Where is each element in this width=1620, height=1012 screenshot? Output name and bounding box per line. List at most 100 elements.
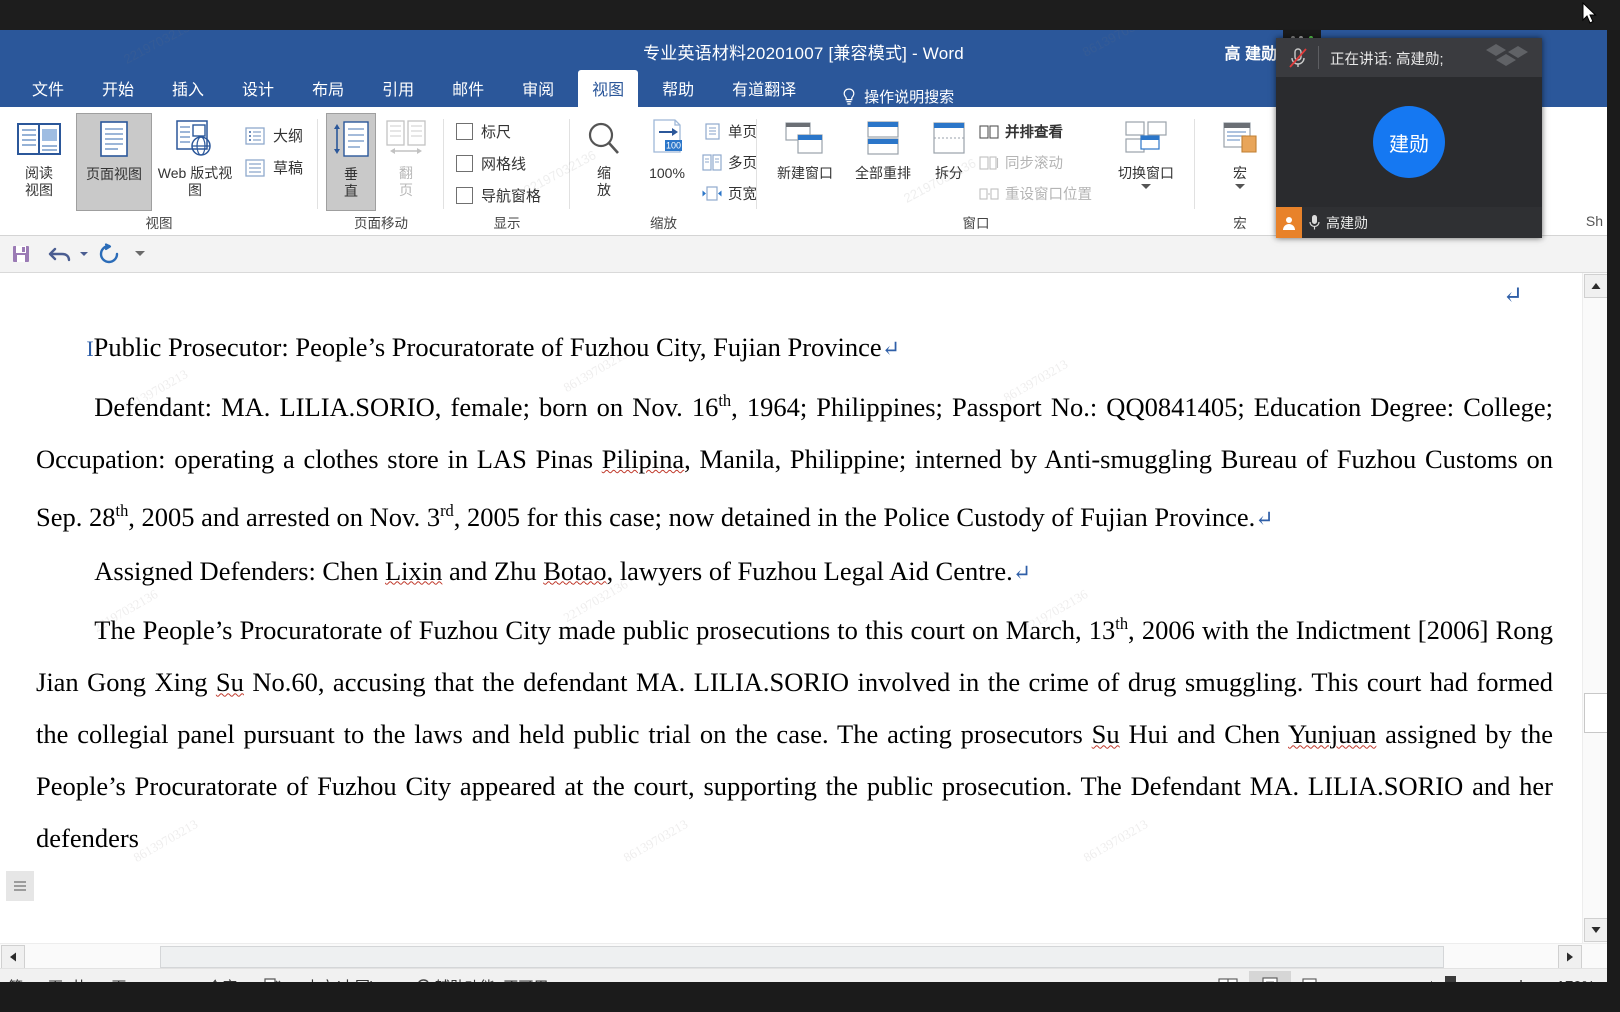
vertical-scroll-thumb[interactable] [1584,693,1607,733]
ruler-label: 标尺 [481,124,512,141]
read-mode-label-2: 视图 [25,182,53,198]
page-width-button[interactable]: 页宽 [702,183,757,204]
macros-button[interactable]: 宏 [1209,113,1271,209]
vertical-scrollbar[interactable] [1582,273,1607,943]
draft-button[interactable]: 草稿 [245,157,303,178]
reset-window-label: 重设窗口位置 [1005,187,1092,203]
print-layout-icon [96,118,132,162]
zoom-out-button[interactable]: − [1333,975,1357,982]
horizontal-scroll-thumb[interactable] [160,946,1444,968]
tab-mailings[interactable]: 邮件 [438,70,498,107]
outline-icon [245,126,267,145]
tab-references[interactable]: 引用 [368,70,428,107]
customize-quick-access-icon[interactable] [130,242,150,266]
tab-view[interactable]: 视图 [578,70,639,107]
redo-icon[interactable] [94,242,124,266]
page-width-label: 页宽 [728,187,757,203]
gridlines-checkbox[interactable]: 网格线 [456,153,526,174]
accessibility-indicator[interactable]: 辅助功能: 不可用 [415,976,548,982]
participant-mic-icon[interactable] [1302,214,1326,231]
save-icon[interactable] [8,242,34,266]
arrange-all-button[interactable]: 全部重排 [847,113,919,209]
undo-dropdown-icon[interactable] [76,242,92,266]
zoom-100-button[interactable]: 100 100% [636,113,698,209]
lightbulb-icon [842,87,856,106]
tell-me-search[interactable]: 操作说明搜索 [842,86,954,107]
side-to-side-page-icon [384,117,428,161]
paragraph-defendant[interactable]: Defendant: MA. LILIA.SORIO, female; born… [0,375,1583,545]
tab-file[interactable]: 文件 [18,70,78,107]
side-to-side-button[interactable]: 翻 页 [380,113,432,209]
vertical-scroll-button[interactable]: 垂 直 [326,113,376,211]
draft-label: 草稿 [273,160,304,177]
zoom-in-button[interactable]: + [1509,975,1533,982]
group-label-views: 视图 [145,216,173,231]
switch-windows-button[interactable]: 切换窗口 [1105,113,1187,209]
view-side-by-side-button[interactable]: 并排查看 [979,121,1063,142]
synchronous-scrolling-button: 同步滚动 [979,152,1063,173]
web-layout-view-button[interactable] [1291,971,1333,982]
word-count[interactable]: 4898 个字 [170,976,238,982]
document-area[interactable]: ↵ IPublic Prosecutor: People’s Procurato… [0,273,1607,943]
split-button[interactable]: 拆分 [923,113,975,209]
accessibility-label: 辅助功能: 不可用 [435,976,548,982]
tab-layout[interactable]: 布局 [298,70,358,107]
undo-icon[interactable] [44,242,76,266]
page-indicator[interactable]: 第 10 页, 共 13 页 [8,976,126,982]
scroll-down-button[interactable] [1584,918,1607,942]
multiple-pages-button[interactable]: 多页 [702,152,757,173]
tab-review[interactable]: 审阅 [508,70,568,107]
nav-pane-label: 导航窗格 [481,188,542,205]
checkbox-box [456,123,473,140]
language-indicator[interactable]: 中文(中国) [305,976,375,982]
screen: 专业英语材料20201007 [兼容模式] - Word 高 建勋 221970… [0,0,1620,1012]
sync-scroll-label: 同步滚动 [1005,156,1063,172]
zoom-label-2: 放 [597,182,611,198]
proofing-errors-icon[interactable] [263,977,281,982]
one-page-button[interactable]: 单页 [702,121,757,142]
read-mode-button[interactable]: 阅读 视图 [8,113,70,209]
multiple-pages-icon [702,154,722,171]
ribbon-group-views: 阅读 视图 页面视图 Web 版式视图 大纲 草稿 视图 [0,107,318,235]
paragraph-prosecution[interactable]: The People’s Procuratorate of Fuzhou Cit… [0,599,1583,865]
zoom-level[interactable]: 170% [1533,978,1607,983]
meeting-video-area[interactable]: 建勋 [1276,77,1542,207]
paragraph-prosecution-text: The People’s Procuratorate of Fuzhou Cit… [36,614,1554,854]
read-mode-view-button[interactable] [1207,971,1249,982]
tab-youdao-translate[interactable]: 有道翻译 [718,70,810,107]
account-name[interactable]: 高 建勋 [1225,40,1277,64]
quick-access-toolbar [0,236,1607,273]
checkbox-box [456,155,473,172]
zoom-slider-thumb[interactable] [1445,976,1456,982]
outline-button[interactable]: 大纲 [245,125,303,146]
scroll-left-button[interactable] [1,945,25,969]
meeting-floating-window[interactable]: 正在讲话: 高建勋; 建勋 高建勋 [1276,38,1542,238]
paragraph-mark: ↵ [1255,505,1274,531]
ruler-checkbox[interactable]: 标尺 [456,121,511,142]
horizontal-scrollbar[interactable] [0,943,1607,969]
avatar: 建勋 [1373,106,1445,178]
accessibility-icon [418,979,429,982]
side-by-side-label: 并排查看 [1005,125,1063,141]
scroll-up-button[interactable] [1584,274,1607,298]
new-window-button[interactable]: 新建窗口 [767,113,843,209]
print-layout-view-button[interactable] [1249,971,1291,982]
paragraph-prosecutor[interactable]: IPublic Prosecutor: People’s Procuratora… [0,321,1583,375]
web-layout-button[interactable]: Web 版式视图 [152,113,238,209]
tab-home[interactable]: 开始 [88,70,148,107]
side-to-side-label-1: 翻 [399,165,413,181]
tab-help[interactable]: 帮助 [648,70,708,107]
mic-muted-icon[interactable] [1288,47,1308,69]
tab-insert[interactable]: 插入 [158,70,218,107]
navigation-pane-checkbox[interactable]: 导航窗格 [456,185,541,206]
zoom-button[interactable]: 缩 放 [576,113,632,209]
paragraph-defenders[interactable]: Assigned Defenders: Chen Lixin and Zhu B… [0,545,1583,599]
status-bar: 第 10 页, 共 13 页 4898 个字 中文(中国) 辅助功能: 不可用 [0,968,1607,982]
document-side-handle[interactable] [6,871,34,901]
print-layout-button[interactable]: 页面视图 [76,113,152,211]
outline-label: 大纲 [273,128,304,145]
tab-design[interactable]: 设计 [228,70,288,107]
meeting-logo-icon [1486,44,1528,66]
scroll-right-button[interactable] [1558,945,1582,969]
document-page[interactable]: ↵ IPublic Prosecutor: People’s Procurato… [0,273,1583,943]
